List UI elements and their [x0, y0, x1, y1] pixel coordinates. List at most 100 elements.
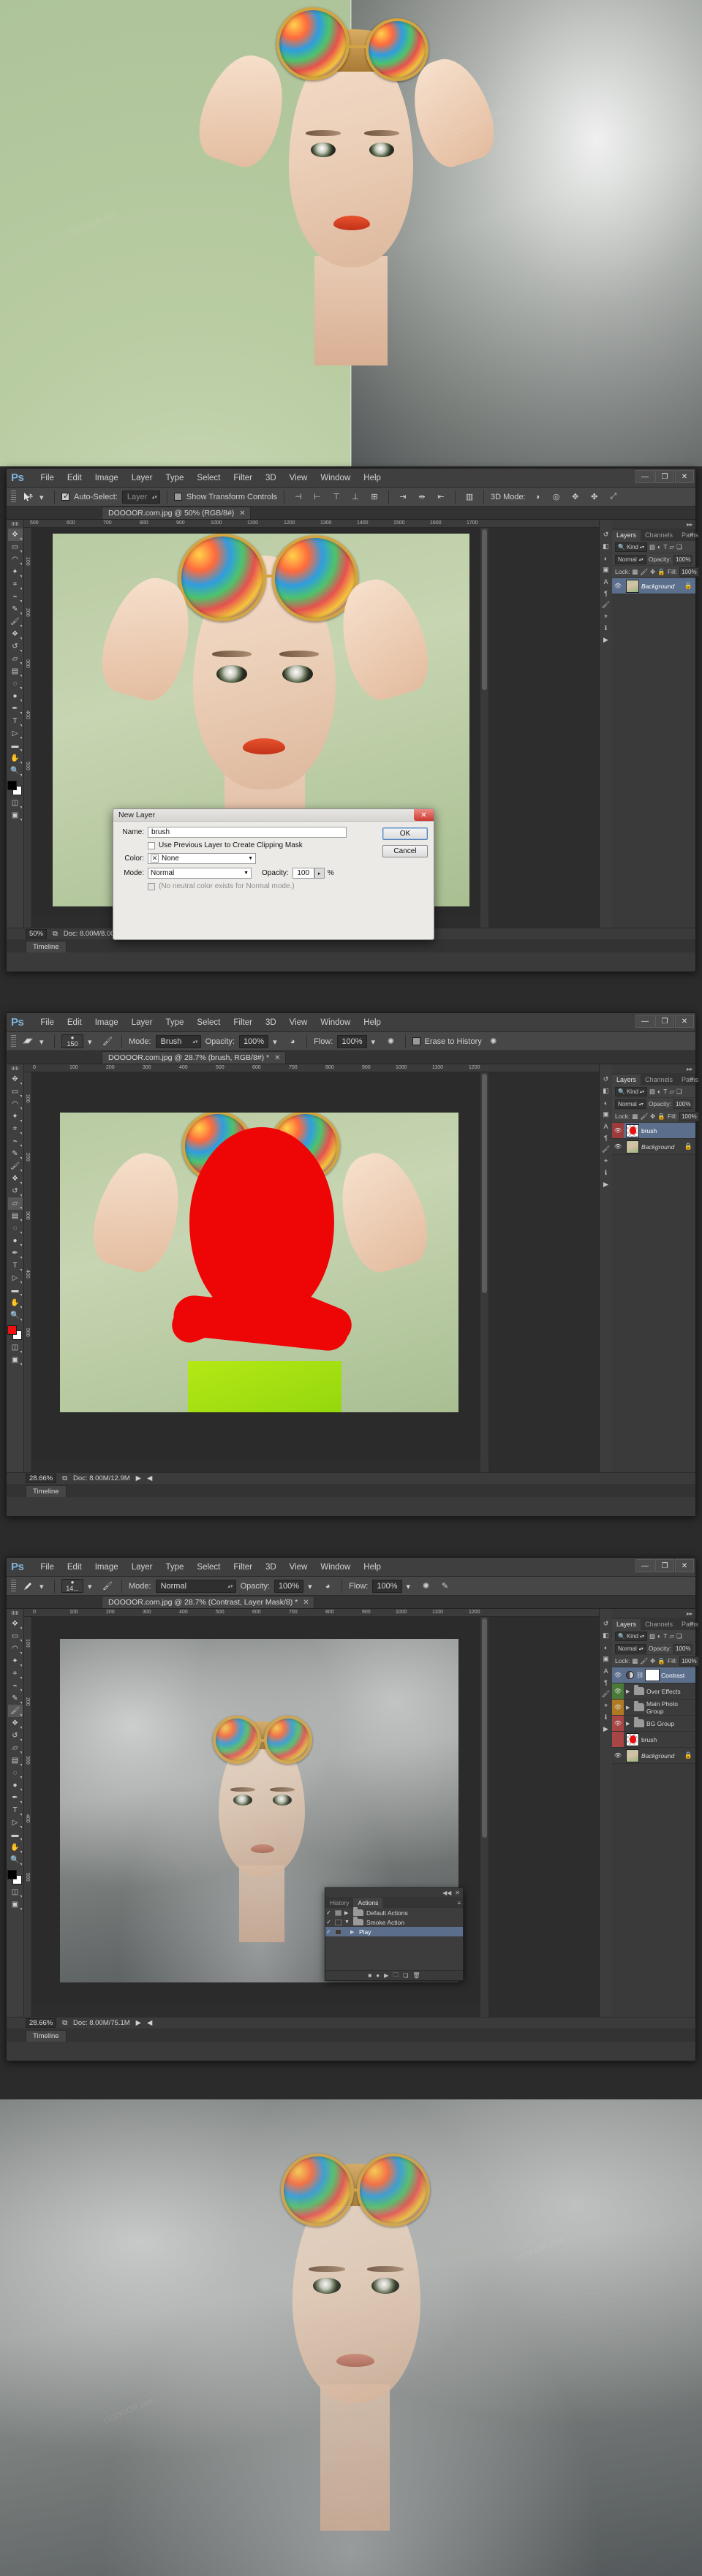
menu-select[interactable]: Select — [190, 469, 227, 488]
brush-preset-dropdown-icon[interactable]: ▾ — [88, 1037, 96, 1047]
panel-icon-character[interactable]: A — [601, 577, 611, 586]
toolbox-grip[interactable] — [12, 522, 18, 526]
tab-channels[interactable]: Channels — [641, 1619, 677, 1630]
actions-panel-footer[interactable]: ■ ● ▶ 🗀 ❏ 🗑 — [325, 1970, 463, 1980]
blend-mode-select[interactable]: Normal ▴▾ — [615, 554, 646, 564]
menu-type[interactable]: Type — [159, 1013, 190, 1032]
brush-mode-select[interactable]: Normal ▴▾ — [155, 1579, 236, 1593]
lock-all-icon[interactable]: 🔒 — [657, 1113, 665, 1121]
chevron-right-icon[interactable]: ▶ — [344, 1910, 350, 1916]
stop-icon[interactable]: ■ — [368, 1972, 371, 1979]
panel-icon-rail-2[interactable]: ↺ ◧ ◐ ▣ A ¶ 🖌 ⌖ ℹ ▶ — [599, 1064, 612, 1497]
layer-mask-thumbnail[interactable] — [645, 1669, 660, 1681]
tool-preset-dropdown-icon[interactable]: ▾ — [39, 1582, 48, 1591]
lock-position-icon[interactable]: ✥ — [650, 1657, 655, 1665]
lock-all-icon[interactable]: 🔒 — [657, 1657, 665, 1665]
layer-visibility-icon[interactable]: 👁 — [612, 1748, 624, 1763]
menu-filter[interactable]: Filter — [227, 469, 259, 488]
eraser-tool-icon[interactable] — [20, 1035, 35, 1048]
tool-history-brush[interactable]: ↺ — [8, 1730, 23, 1742]
opacity-dropdown-icon[interactable]: ▾ — [308, 1582, 316, 1591]
menu-select[interactable]: Select — [190, 1558, 227, 1577]
menu-3d[interactable]: 3D — [259, 1013, 283, 1032]
tool-move[interactable]: ✥ — [7, 529, 23, 541]
lock-image-pixels-icon[interactable]: 🖌 — [640, 568, 648, 576]
tool-gradient[interactable]: ▤ — [8, 665, 23, 678]
photoshop-window-1[interactable]: Ps File Edit Image Layer Type Select Fil… — [6, 468, 699, 972]
foreground-color-swatch[interactable] — [7, 1870, 17, 1879]
options-bar-3[interactable]: ▾ ● 14... ▾ 🖌 Mode: Normal ▴▾ Opacity: 1… — [7, 1577, 695, 1596]
filter-type-icon[interactable]: T — [663, 1088, 667, 1095]
canvas-vscrollbar-1[interactable] — [480, 528, 488, 928]
layer-row-brush[interactable]: 👁 brush — [612, 1123, 695, 1139]
brush-tool-icon[interactable] — [20, 1580, 35, 1593]
tool-type[interactable]: T — [8, 1259, 23, 1272]
minimize-button[interactable]: — — [635, 1559, 654, 1572]
panel-column-2[interactable]: ↺ ◧ ◐ ▣ A ¶ 🖌 ⌖ ℹ ▶ ▸▸ Layers Channels P… — [599, 1064, 699, 1497]
panel-icon-info[interactable]: ℹ — [601, 624, 611, 633]
pressure-opacity-icon[interactable]: ◕ — [285, 1035, 300, 1048]
eraser-mode-select[interactable]: Brush ▴▾ — [155, 1034, 201, 1048]
panel-icon-styles[interactable]: ▣ — [601, 1654, 611, 1664]
menu-3d[interactable]: 3D — [259, 1558, 283, 1577]
tool-quick-selection[interactable]: ✦ — [8, 1110, 23, 1123]
filter-shape-icon[interactable]: ▱ — [669, 543, 674, 551]
panel-icon-color[interactable]: ◧ — [601, 1631, 611, 1640]
layer-color-select[interactable]: ✕ None ▼ — [148, 853, 256, 864]
layer-filter-row-3[interactable]: 🔍 Kind ▴▾ ▧ ◐ T ▱ ❏ — [612, 1630, 695, 1643]
panel-icon-adjustments[interactable]: ◐ — [601, 1643, 611, 1652]
panel-icon-paragraph[interactable]: ¶ — [601, 588, 611, 598]
filter-adjustment-icon[interactable]: ◐ — [657, 1088, 661, 1095]
tool-quick-selection[interactable]: ✦ — [8, 566, 23, 578]
opacity-value[interactable]: 100% — [673, 554, 693, 564]
actions-panel[interactable]: ◀◀ ✕ History Actions ≡ ✓ ▶ Default Actio… — [325, 1887, 464, 1981]
timeline-bar-1[interactable]: Timeline — [7, 939, 695, 952]
tool-healing-brush[interactable]: ✎ — [8, 603, 23, 615]
panel-icon-actions[interactable]: ▶ — [601, 635, 611, 645]
layer-row-background[interactable]: 👁 Background 🔒 — [612, 578, 695, 594]
menu-file[interactable]: File — [34, 1013, 61, 1032]
pressure-opacity-icon[interactable]: ◕ — [320, 1580, 335, 1593]
status-expand-icon[interactable]: ▶ — [136, 1474, 141, 1482]
tool-healing-brush[interactable]: ✎ — [8, 1148, 23, 1160]
menu-3d[interactable]: 3D — [259, 469, 283, 488]
tool-zoom[interactable]: 🔍 — [8, 1854, 23, 1866]
timeline-bar-3[interactable]: Timeline — [7, 2028, 695, 2042]
foreground-color-swatch[interactable] — [7, 1325, 17, 1335]
filter-pixel-icon[interactable]: ▧ — [649, 1632, 655, 1640]
menu-view[interactable]: View — [283, 469, 314, 488]
panel-icon-info[interactable]: ℹ — [601, 1168, 611, 1178]
move-tool-icon[interactable] — [20, 490, 35, 504]
panel-column-1[interactable]: ↺ ◧ ◐ ▣ A ¶ 🖌 ⌖ ℹ ▶ ▸▸ Layers Channels P… — [599, 520, 699, 952]
scroll-thumb[interactable] — [482, 1074, 487, 1293]
tool-crop[interactable]: ⌗ — [8, 1123, 23, 1135]
panel-menu-icon[interactable]: ≡ — [690, 531, 693, 538]
panel-icon-color[interactable]: ◧ — [601, 1086, 611, 1096]
layer-row-main-photo-group[interactable]: 👁 ▶ Main Photo Group — [612, 1700, 695, 1716]
adjustment-layer-icon[interactable] — [626, 1671, 634, 1679]
canvas-2[interactable] — [32, 1072, 489, 1460]
menu-edit[interactable]: Edit — [61, 1558, 88, 1577]
layer-visibility-icon[interactable]: 👁 — [612, 1683, 624, 1699]
options-bar-grip[interactable] — [11, 1035, 16, 1048]
auto-align-layers-icon[interactable]: ▥ — [462, 490, 477, 504]
menu-window[interactable]: Window — [314, 469, 357, 488]
layer-visibility-icon[interactable]: 👁 — [612, 1139, 624, 1154]
tab-layers[interactable]: Layers — [612, 1619, 641, 1630]
photoshop-window-2[interactable]: Ps File Edit Image Layer Type Select Fil… — [6, 1012, 699, 1517]
panel-menu-icon[interactable]: ≡ — [690, 1076, 693, 1083]
chevron-down-icon[interactable]: ▼ — [344, 1920, 350, 1925]
action-toggle-check[interactable]: ✓ — [325, 1919, 332, 1925]
tool-quick-selection[interactable]: ✦ — [8, 1655, 23, 1667]
tab-channels[interactable]: Channels — [641, 1075, 677, 1086]
panel-icon-actions[interactable]: ▶ — [601, 1180, 611, 1189]
toolbox-2[interactable]: ✥ ▭ ◠ ✦ ⌗ ⌁ ✎ 🖌 ❖ ↺ ▱ ▤ ◌ ● ✒ T ▷ ▬ ✋ 🔍 … — [7, 1064, 24, 1497]
menu-file[interactable]: File — [34, 1558, 61, 1577]
maximize-button[interactable]: ❐ — [655, 470, 674, 483]
align-left-edges-icon[interactable]: ⊣ — [291, 490, 306, 504]
tool-brush[interactable]: 🖌 — [8, 615, 23, 628]
tool-clone-stamp[interactable]: ❖ — [8, 1173, 23, 1185]
tool-quick-mask[interactable]: ◫ — [8, 1341, 23, 1354]
chevron-right-icon[interactable]: ▶ — [626, 1721, 632, 1727]
new-set-icon[interactable]: 🗀 — [393, 1971, 399, 1981]
